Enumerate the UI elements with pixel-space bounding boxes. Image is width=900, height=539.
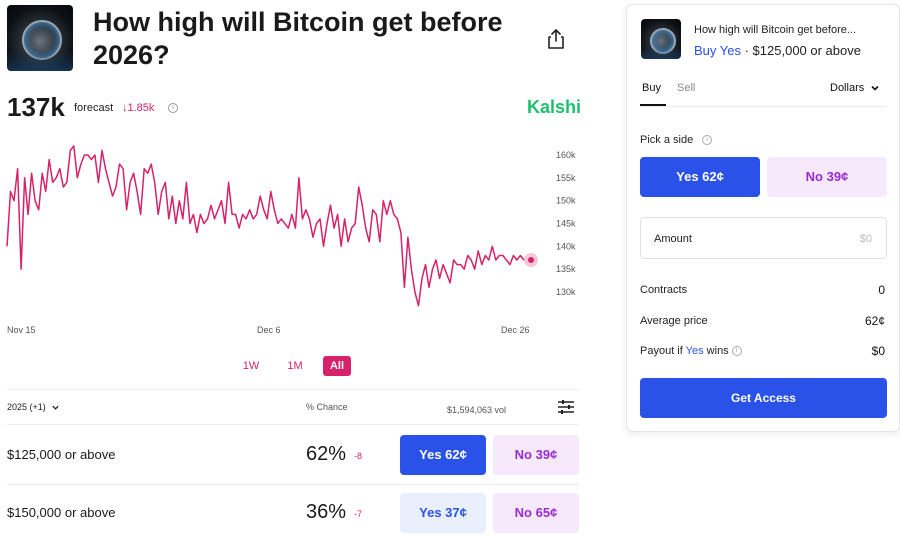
divider bbox=[7, 424, 579, 425]
info-icon[interactable]: i bbox=[168, 103, 178, 113]
tab-buy[interactable]: Buy bbox=[642, 82, 661, 94]
contracts-value: 0 bbox=[878, 283, 885, 297]
divider bbox=[640, 106, 886, 107]
selected-side: Buy Yes bbox=[694, 43, 741, 58]
forecast-value: 137k bbox=[7, 92, 65, 122]
filter-sliders-icon[interactable] bbox=[557, 399, 575, 415]
buy-no-button[interactable]: No 65¢ bbox=[493, 493, 579, 533]
chevron-down-icon bbox=[52, 405, 59, 410]
buy-yes-button[interactable]: Yes 62¢ bbox=[400, 435, 486, 475]
year-select[interactable]: 2025 (+1) bbox=[7, 402, 60, 412]
card-thumbnail bbox=[641, 19, 681, 59]
x-tick-label: Nov 15 bbox=[7, 325, 36, 335]
currency-label: Dollars bbox=[830, 82, 865, 94]
info-icon[interactable]: i bbox=[702, 135, 712, 145]
card-subtitle: Buy Yes · $125,000 or above bbox=[694, 43, 861, 58]
outcome-delta: -8 bbox=[354, 451, 363, 461]
y-tick-label: 160k bbox=[556, 150, 576, 160]
brand-logo: Kalshi bbox=[527, 97, 582, 117]
chevron-down-icon bbox=[871, 86, 879, 91]
page-title: How high will Bitcoin get before 2026? bbox=[93, 7, 503, 70]
year-select-label: 2025 (+1) bbox=[7, 402, 46, 412]
payout-value: $0 bbox=[871, 344, 885, 358]
average-price-value: 62¢ bbox=[864, 314, 885, 328]
y-tick-label: 135k bbox=[556, 264, 576, 274]
card-title: How high will Bitcoin get before... bbox=[694, 24, 857, 36]
y-tick-label: 130k bbox=[556, 287, 576, 297]
outcome-label: $150,000 or above bbox=[7, 505, 116, 520]
series-line bbox=[6, 145, 531, 307]
divider bbox=[7, 484, 579, 485]
range-all-button[interactable]: All bbox=[323, 356, 351, 376]
y-tick-label: 140k bbox=[556, 241, 576, 251]
x-tick-label: Dec 26 bbox=[501, 325, 530, 335]
chance-column-header: % Chance bbox=[306, 402, 348, 412]
share-icon[interactable] bbox=[546, 28, 566, 50]
outcome-chance: 36% bbox=[306, 501, 347, 523]
current-point bbox=[528, 257, 534, 264]
buy-yes-button[interactable]: Yes 37¢ bbox=[400, 493, 486, 533]
outcome-delta: -7 bbox=[354, 509, 363, 519]
amount-value: $0 bbox=[859, 233, 872, 245]
info-icon[interactable]: i bbox=[731, 346, 742, 357]
range-1w-button[interactable]: 1W bbox=[238, 356, 264, 376]
amount-input[interactable]: Amount $0 bbox=[640, 217, 887, 259]
y-tick-label: 155k bbox=[556, 173, 576, 183]
price-chart: 160k 155k 150k 145k 140k 135k 130k bbox=[6, 145, 576, 307]
forecast-label: forecast bbox=[74, 102, 114, 114]
contracts-label: Contracts bbox=[640, 284, 688, 296]
get-access-button[interactable]: Get Access bbox=[640, 378, 887, 418]
market-thumbnail bbox=[7, 5, 73, 71]
y-tick-label: 150k bbox=[556, 196, 576, 206]
payout-label: Payout if Yes wins i bbox=[640, 345, 742, 357]
outcome-label: $125,000 or above bbox=[7, 447, 116, 462]
x-tick-label: Dec 6 bbox=[257, 325, 281, 335]
y-tick-label: 145k bbox=[556, 219, 576, 229]
range-1m-button[interactable]: 1M bbox=[282, 356, 308, 376]
payout-prefix: Payout if bbox=[640, 345, 686, 357]
volume-text: $1,594,063 vol bbox=[447, 405, 507, 415]
average-price-label: Average price bbox=[640, 315, 708, 327]
selected-outcome: · $125,000 or above bbox=[741, 43, 861, 58]
payout-side: Yes bbox=[685, 345, 704, 357]
payout-suffix: wins bbox=[703, 345, 729, 357]
forecast-change: ↓1.85k bbox=[122, 102, 155, 114]
pick-yes-button[interactable]: Yes 62¢ bbox=[640, 157, 760, 197]
pick-no-button[interactable]: No 39¢ bbox=[767, 157, 887, 197]
divider bbox=[7, 389, 579, 390]
tab-sell[interactable]: Sell bbox=[677, 82, 695, 94]
pick-side-label: Pick a side bbox=[640, 134, 694, 146]
amount-label: Amount bbox=[654, 233, 692, 245]
currency-select[interactable]: Dollars bbox=[830, 82, 880, 94]
order-card: How high will Bitcoin get before... Buy … bbox=[626, 4, 900, 432]
outcome-chance: 62% bbox=[306, 443, 347, 465]
buy-no-button[interactable]: No 39¢ bbox=[493, 435, 579, 475]
